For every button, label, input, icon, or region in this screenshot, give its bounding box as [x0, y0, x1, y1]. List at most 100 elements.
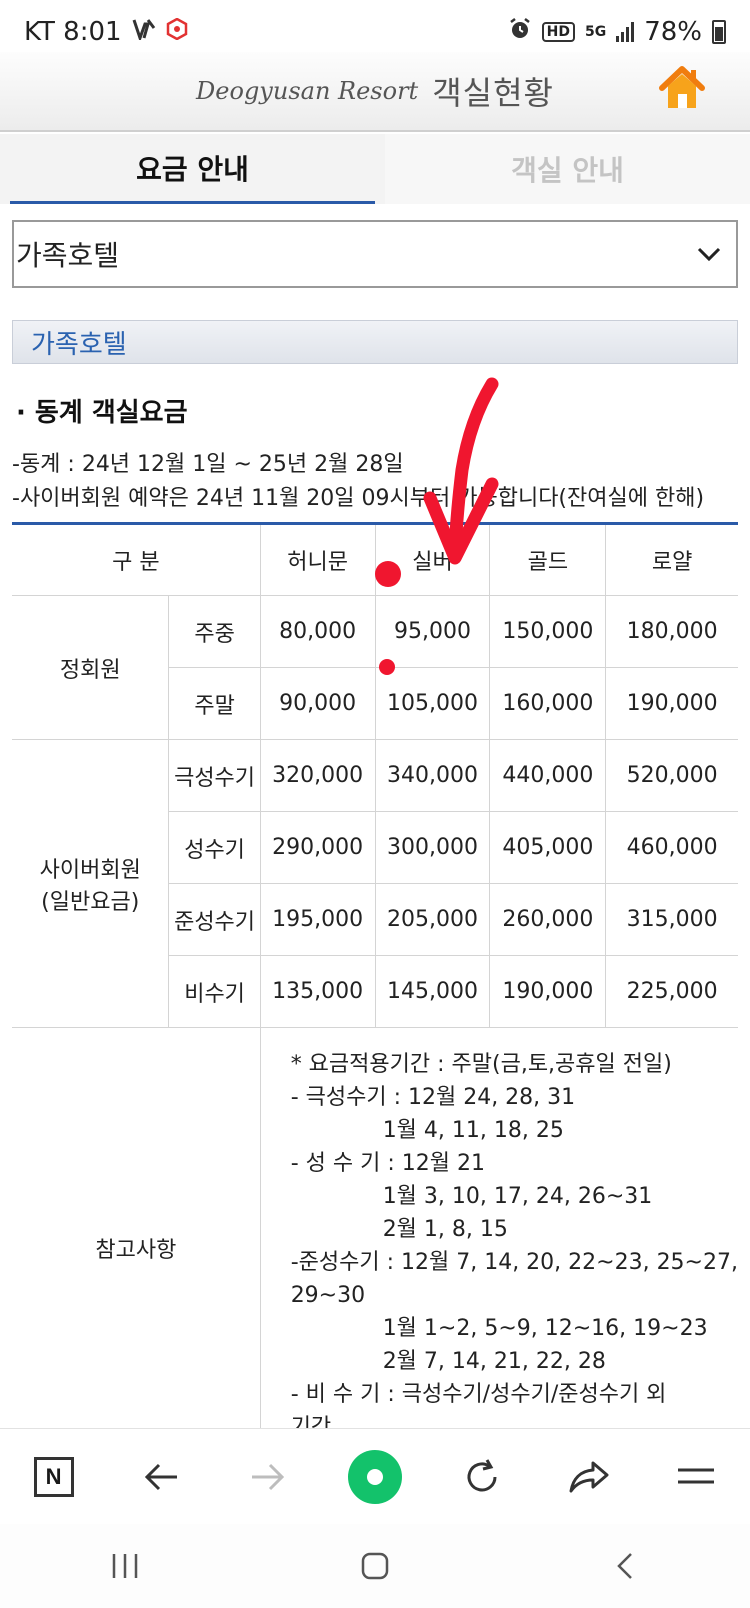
menu-icon — [678, 1468, 715, 1483]
price-cell: 80,000 — [259, 595, 376, 668]
naver-green-button[interactable] — [345, 1447, 405, 1507]
back-nav-icon — [617, 1553, 632, 1579]
tab-rates[interactable]: 요금 안내 — [10, 134, 375, 204]
note-line: - 극성수기 : 12월 24, 28, 31 — [290, 1085, 576, 1110]
page-title: 객실현황 — [432, 74, 554, 112]
forward-button[interactable] — [238, 1447, 298, 1507]
price-cell: 340,000 — [374, 739, 491, 812]
price-cell: 290,000 — [259, 811, 376, 884]
status-right: HD 5G 78% — [508, 17, 726, 48]
refresh-button[interactable] — [452, 1447, 512, 1507]
home-nav-button[interactable] — [345, 1536, 405, 1596]
price-cell: 315,000 — [605, 883, 738, 956]
group-label: 정회원 — [12, 595, 170, 740]
signal-icon — [616, 22, 635, 42]
back-nav-button[interactable] — [595, 1536, 655, 1596]
table-header-row: 구 분 허니문 실버 골드 로얄 — [12, 523, 738, 596]
group-label: 사이버회원 (일반요금) — [12, 739, 170, 1028]
row-type: 성수기 — [168, 811, 261, 884]
notes-label: 참고사항 — [12, 1027, 261, 1468]
section-title-bar: 가족호텔 — [12, 320, 738, 364]
price-cell: 180,000 — [605, 595, 738, 668]
refresh-icon — [467, 1458, 497, 1491]
home-icon — [659, 66, 705, 108]
carrier-time: KT 8:01 — [24, 17, 122, 47]
share-icon — [569, 1461, 609, 1492]
price-cell: 520,000 — [605, 739, 738, 812]
header-column: 로얄 — [605, 523, 738, 596]
note-line: - 비 수 기 : 극성수기/성수기/준성수기 외 — [290, 1382, 667, 1407]
note-line: 2월 1, 8, 15 — [382, 1217, 508, 1242]
group-label-line2: (일반요금) — [41, 889, 140, 915]
battery-icon — [712, 20, 726, 44]
header-column: 허니문 — [259, 523, 376, 596]
share-button[interactable] — [559, 1447, 619, 1507]
price-cell: 300,000 — [374, 811, 491, 884]
price-cell: 105,000 — [374, 667, 491, 740]
hotel-select-value: 가족호텔 — [16, 239, 120, 272]
note-line: -준성수기 : 12월 7, 14, 20, 22~23, 25~27, — [290, 1250, 738, 1275]
hotel-select[interactable]: 가족호텔 — [12, 220, 738, 288]
price-cell: 160,000 — [489, 667, 607, 740]
price-cell: 135,000 — [259, 955, 376, 1028]
price-cell: 405,000 — [489, 811, 607, 884]
price-cell: 145,000 — [374, 955, 491, 1028]
recent-apps-button[interactable] — [95, 1536, 155, 1596]
price-cell: 205,000 — [374, 883, 491, 956]
note-line: 1월 1~2, 5~9, 12~16, 19~23 — [382, 1316, 708, 1341]
app-header: Deogyusan Resort 객실현황 — [0, 52, 750, 132]
chevron-down-icon — [697, 247, 721, 262]
hd-badge: HD — [541, 22, 575, 42]
price-cell: 90,000 — [259, 667, 376, 740]
table-row: 정회원 주중 80,000 95,000 150,000 180,000 — [12, 595, 738, 740]
price-cell: 95,000 — [374, 595, 491, 668]
rates-heading: · 동계 객실요금 — [16, 398, 188, 428]
naver-green-dot-icon — [347, 1449, 402, 1504]
app-notification-icon — [166, 17, 188, 47]
table-row: 사이버회원 (일반요금) 극성수기 320,000 340,000 440,00… — [12, 739, 738, 1028]
row-type: 극성수기 — [168, 739, 261, 812]
header-division: 구 분 — [12, 523, 261, 596]
reservation-notice: -사이버회원 예약은 24년 11월 20일 09시부터 가능합니다(잔여실에 … — [12, 486, 705, 511]
season-period: -동계 : 24년 12월 1일 ~ 25년 2월 28일 — [12, 452, 404, 477]
price-cell: 190,000 — [489, 955, 607, 1028]
price-cell: 320,000 — [259, 739, 376, 812]
menu-button[interactable] — [666, 1447, 726, 1507]
header-brand: Deogyusan Resort — [196, 77, 419, 105]
note-line: 29~30 — [290, 1283, 366, 1308]
status-left: KT 8:01 — [24, 17, 188, 47]
price-cell: 195,000 — [259, 883, 376, 956]
price-cell: 440,000 — [489, 739, 607, 812]
row-type: 비수기 — [168, 955, 261, 1028]
network-5g-badge: 5G — [584, 24, 607, 40]
note-line: 2월 7, 14, 21, 22, 28 — [382, 1349, 606, 1374]
home-nav-icon — [361, 1552, 389, 1580]
note-line: 1월 4, 11, 18, 25 — [382, 1118, 564, 1143]
group-label-line1: 사이버회원 — [39, 857, 141, 883]
row-type: 주말 — [168, 667, 261, 740]
browser-toolbar: N — [0, 1428, 750, 1524]
tab-bar: 요금 안내 객실 안내 — [0, 134, 750, 204]
row-type: 주중 — [168, 595, 261, 668]
system-nav-bar — [0, 1524, 750, 1608]
header-column: 골드 — [489, 523, 607, 596]
naver-home-button[interactable]: N — [24, 1447, 84, 1507]
price-cell: 150,000 — [489, 595, 607, 668]
home-button[interactable] — [658, 64, 706, 112]
tab-rooms[interactable]: 객실 안내 — [385, 134, 750, 204]
price-cell: 460,000 — [605, 811, 738, 884]
forward-arrow-icon — [251, 1463, 284, 1490]
back-button[interactable] — [131, 1447, 191, 1507]
recent-apps-icon — [112, 1554, 138, 1578]
price-cell: 260,000 — [489, 883, 607, 956]
notes-row: 참고사항 * 요금적용기간 : 주말(금,토,공휴일 전일) - 극성수기 : … — [12, 1027, 738, 1468]
volte-icon — [132, 18, 156, 46]
battery-percent: 78% — [644, 17, 702, 47]
price-cell: 225,000 — [605, 955, 738, 1028]
naver-n-icon: N — [33, 1456, 74, 1497]
rates-table: 구 분 허니문 실버 골드 로얄 정회원 주중 80,000 95,000 15… — [12, 522, 738, 1468]
back-arrow-icon — [144, 1463, 177, 1490]
note-line: - 성 수 기 : 12월 21 — [290, 1151, 485, 1176]
price-cell: 190,000 — [605, 667, 738, 740]
notes-content: * 요금적용기간 : 주말(금,토,공휴일 전일) - 극성수기 : 12월 2… — [259, 1027, 738, 1468]
